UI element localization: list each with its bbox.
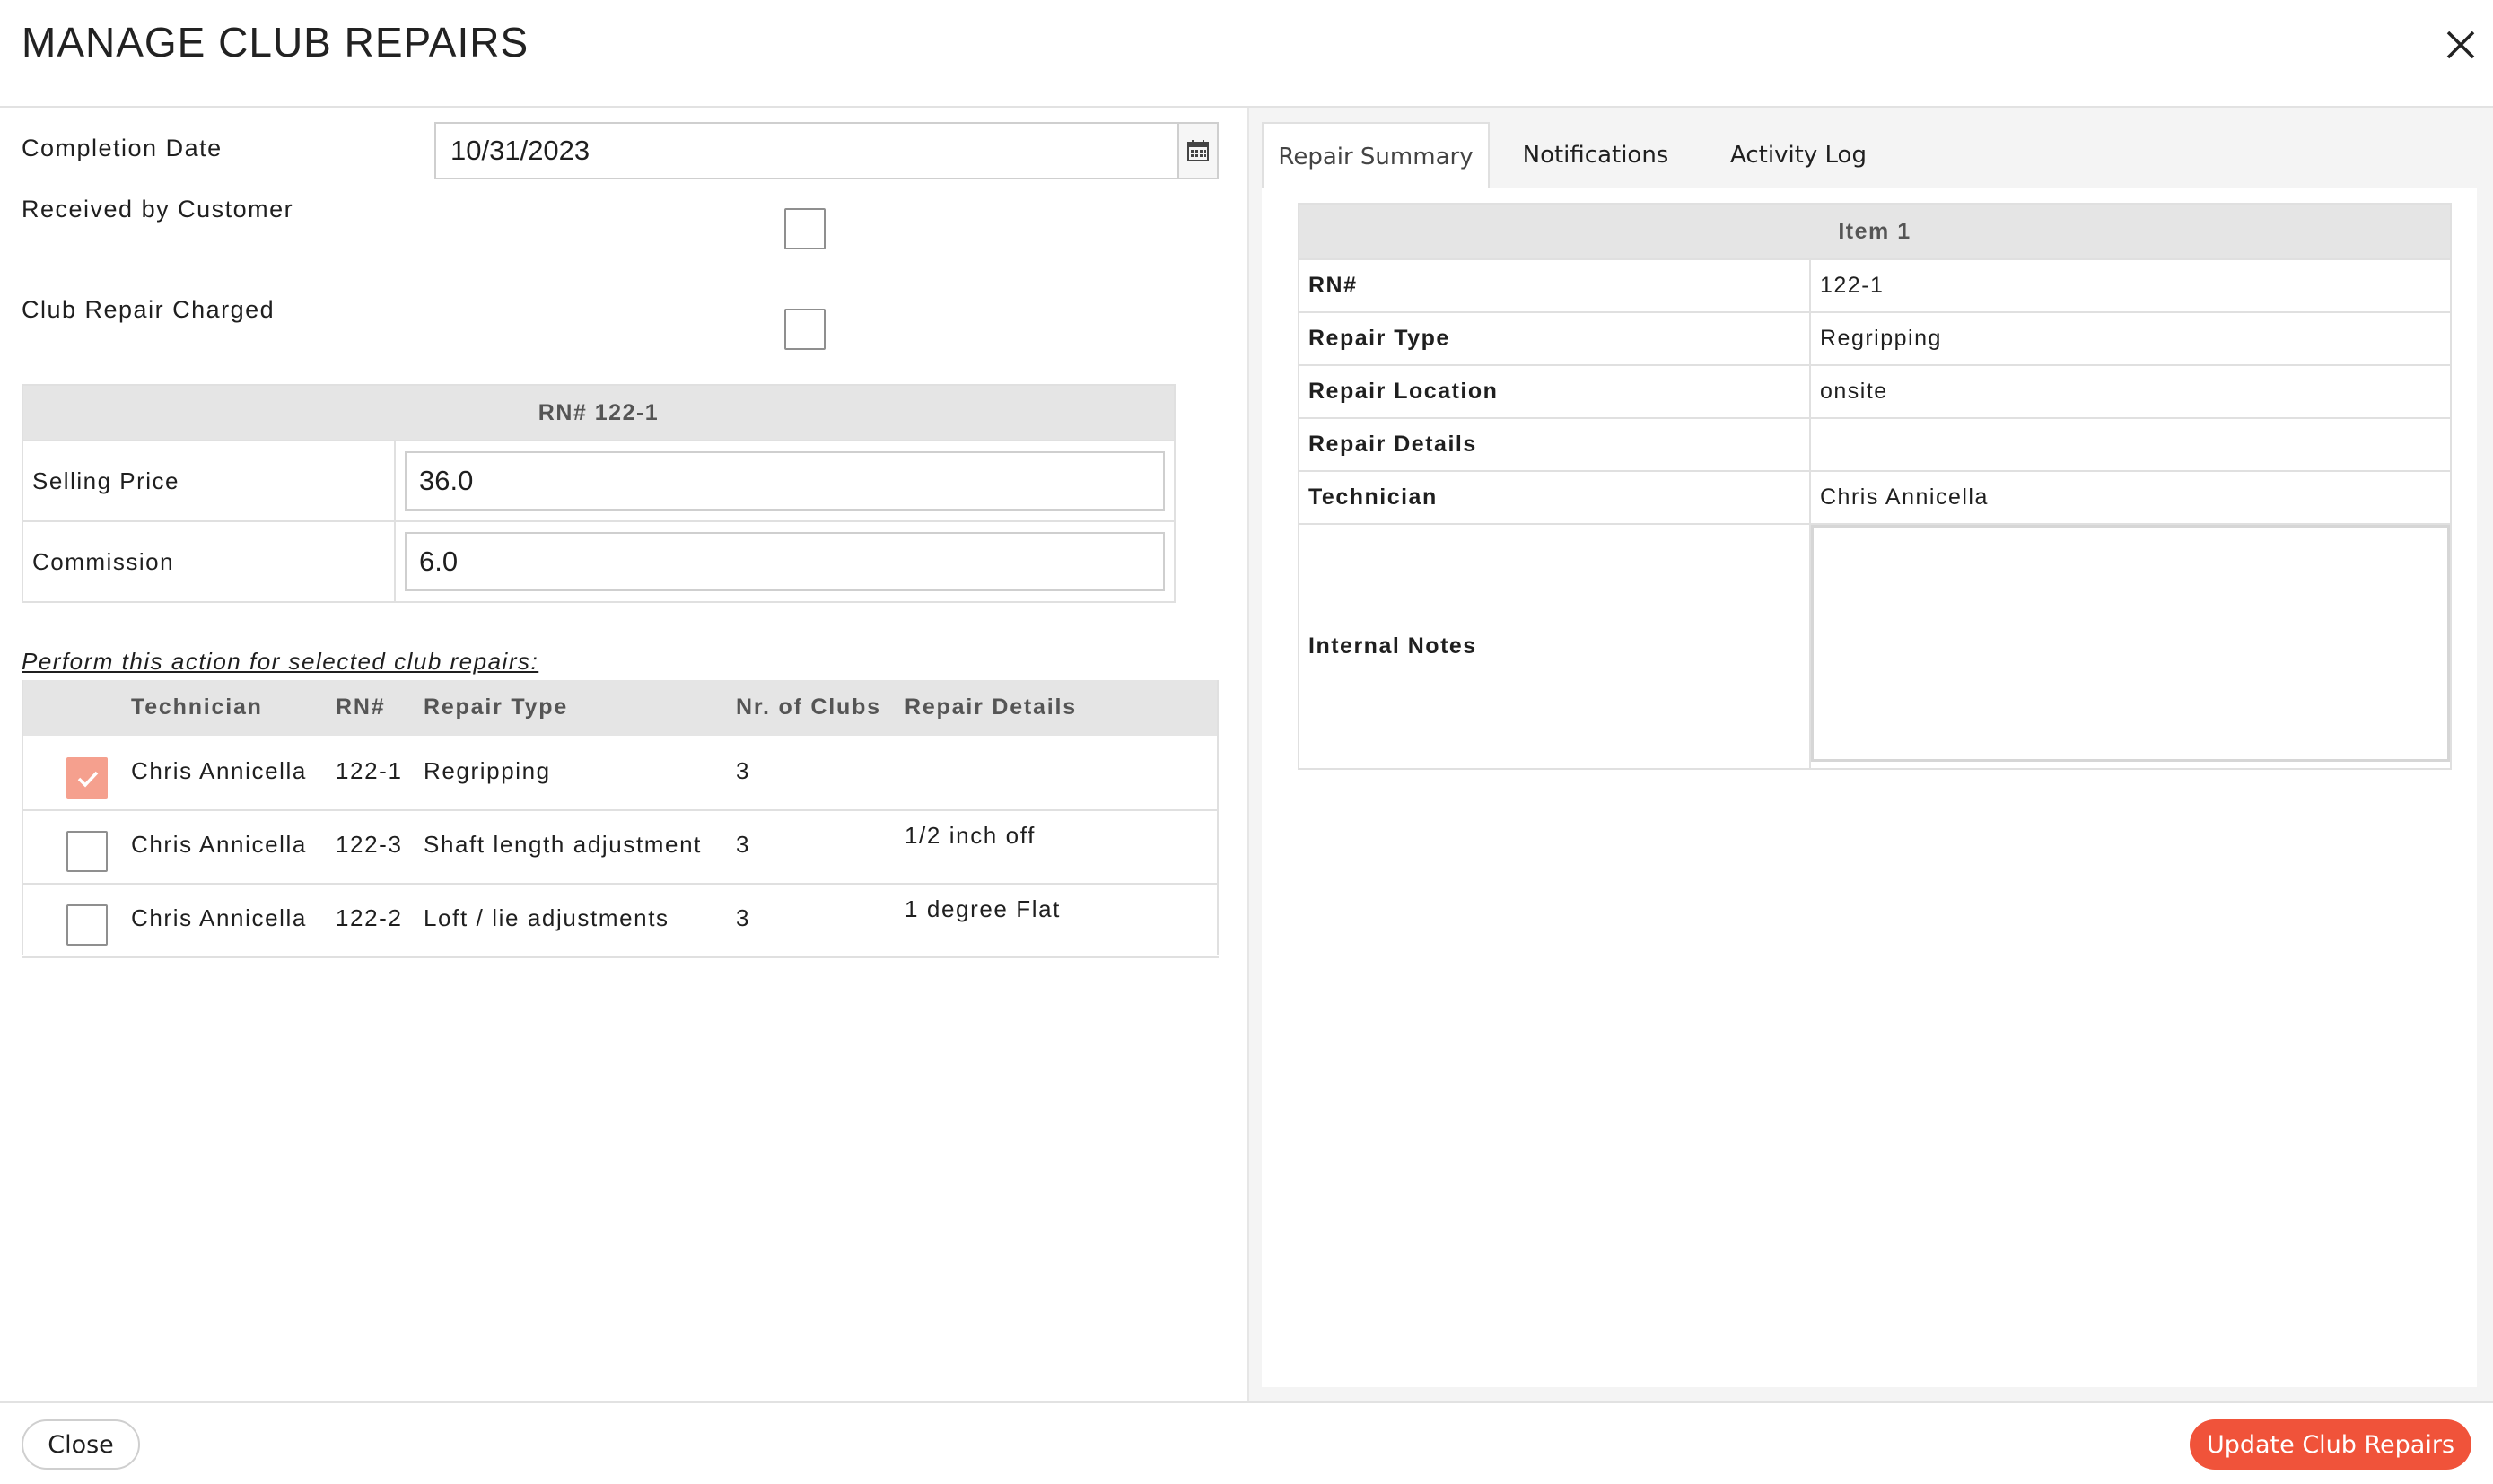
summary-value: 122-1 [1809,258,2452,313]
tab-notifications[interactable]: Notifications [1499,122,1693,188]
summary-header: Item 1 [1298,203,2452,260]
row-nr-of-clubs: 3 [736,904,751,931]
row-repair-details: 1/2 inch off [905,822,1036,849]
row-technician: Chris Annicella [131,904,307,931]
club-repair-charged-label: Club Repair Charged [22,296,276,323]
page-title: MANAGE CLUB REPAIRS [22,19,529,65]
row-nr-of-clubs: 3 [736,831,751,858]
summary-value: Regripping [1809,311,2452,366]
row-rn: 122-1 [336,757,403,784]
summary-value [1809,417,2452,472]
row-technician: Chris Annicella [131,831,307,858]
row-repair-details: 1 degree Flat [905,895,1062,922]
row-repair-type: Loft / lie adjustments [424,904,669,931]
summary-label: Repair Details [1298,417,1811,472]
row-repair-type: Shaft length adjustment [424,831,702,858]
column-rn: RN# [336,694,386,720]
repair-summary-table: Item 1 RN# 122-1 Repair Type Regripping … [1298,203,2452,770]
internal-notes-textarea[interactable] [1811,525,2450,762]
column-technician: Technician [131,694,263,720]
received-by-customer-checkbox[interactable] [784,208,826,249]
row-rn: 122-2 [336,904,403,931]
row-nr-of-clubs: 3 [736,757,751,784]
table-row[interactable]: Chris Annicella 122-2 Loft / lie adjustm… [22,885,1219,958]
close-icon[interactable] [2443,27,2479,63]
modal-header: MANAGE CLUB REPAIRS [0,0,2493,108]
calendar-icon [1187,140,1209,161]
summary-value: Chris Annicella [1809,470,2452,525]
close-button[interactable]: Close [22,1419,140,1470]
perform-action-label: Perform this action for selected club re… [22,648,539,675]
modal-footer: Close Update Club Repairs [0,1401,2493,1484]
column-nr-of-clubs: Nr. of Clubs [736,694,881,720]
checkmark-icon [77,771,99,788]
summary-label: RN# [1298,258,1811,313]
club-repair-charged-checkbox[interactable] [784,309,826,350]
price-table-header: RN# 122-1 [22,384,1176,441]
row-technician: Chris Annicella [131,757,307,784]
update-club-repairs-button[interactable]: Update Club Repairs [2190,1419,2471,1470]
commission-label: Commission [22,520,396,603]
calendar-button[interactable] [1177,122,1219,179]
tab-repair-summary[interactable]: Repair Summary [1262,122,1490,190]
internal-notes-label: Internal Notes [1298,523,1811,770]
row-checkbox[interactable] [66,904,108,946]
row-rn: 122-3 [336,831,403,858]
selling-price-label: Selling Price [22,440,396,522]
column-repair-details: Repair Details [905,694,1077,720]
summary-value: onsite [1809,364,2452,419]
column-repair-type: Repair Type [424,694,569,720]
price-table: RN# 122-1 Selling Price Commission [22,384,1176,603]
completion-date-input[interactable]: 10/31/2023 [434,122,1177,179]
row-checkbox[interactable] [66,757,108,799]
summary-label: Technician [1298,470,1811,525]
selling-price-input[interactable] [405,451,1165,511]
received-by-customer-label: Received by Customer [22,196,294,223]
repairs-table-header: Technician RN# Repair Type Nr. of Clubs … [22,680,1219,736]
tab-activity-log[interactable]: Activity Log [1700,122,1897,188]
row-repair-type: Regripping [424,757,551,784]
table-row[interactable]: Chris Annicella 122-3 Shaft length adjus… [22,811,1219,885]
commission-input[interactable] [405,532,1165,591]
summary-label: Repair Type [1298,311,1811,366]
completion-date-label: Completion Date [22,135,223,161]
row-checkbox[interactable] [66,831,108,872]
summary-label: Repair Location [1298,364,1811,419]
table-row[interactable]: Chris Annicella 122-1 Regripping 3 [22,738,1219,811]
